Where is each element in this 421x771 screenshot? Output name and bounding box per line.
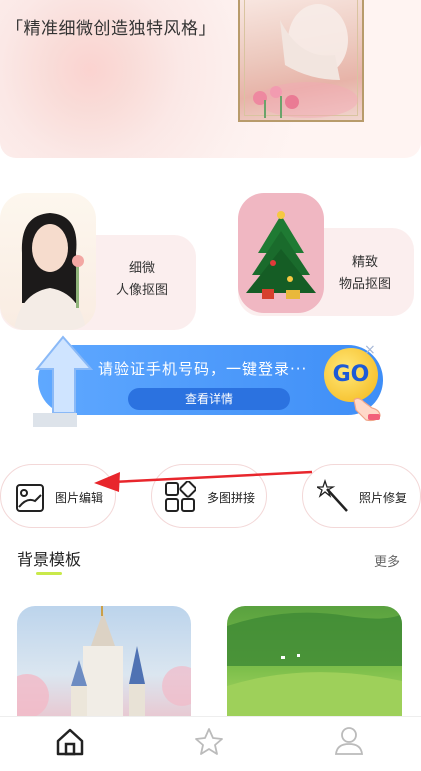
castle-image — [17, 606, 191, 721]
user-icon[interactable] — [333, 725, 365, 757]
portrait-icon — [14, 213, 86, 330]
ad-details-button[interactable]: 查看详情 — [128, 388, 290, 410]
section-underline — [36, 572, 62, 575]
portrait-thumbnail — [0, 193, 96, 330]
bottom-nav — [0, 716, 421, 771]
top-banner[interactable]: 「精准细微创造独特风格」 — [0, 0, 421, 158]
image-edit-icon — [16, 484, 44, 512]
christmas-tree-icon — [246, 211, 316, 299]
photo-repair-label: 照片修复 — [359, 491, 408, 505]
arrow-up-icon — [34, 335, 94, 414]
ad-close-icon[interactable]: × — [364, 343, 378, 357]
magic-wand-icon — [317, 479, 348, 512]
grassland-image — [227, 612, 402, 721]
template-card-grassland[interactable] — [227, 606, 402, 721]
template-card-castle[interactable] — [17, 606, 191, 721]
ad-tag — [33, 413, 77, 427]
banner-title: 「精准细微创造独特风格」 — [6, 19, 216, 39]
object-cutout-title: 精致 — [351, 255, 378, 270]
more-link[interactable]: 更多 — [374, 551, 400, 570]
section-title: 背景模板 — [17, 550, 82, 569]
annotation-arrow — [94, 470, 313, 492]
woman-illustration — [253, 4, 358, 118]
pointing-hand-icon — [353, 397, 381, 422]
portrait-cutout-title: 细微 — [128, 261, 155, 276]
portrait-cutout-subtitle: 人像抠图 — [115, 283, 168, 298]
object-thumbnail — [238, 193, 324, 313]
ad-text: 请验证手机号码，一键登录··· — [98, 360, 308, 378]
object-cutout-subtitle: 物品抠图 — [338, 277, 391, 292]
star-icon[interactable] — [194, 727, 224, 757]
banner-photo — [238, 0, 364, 122]
home-icon[interactable] — [55, 727, 85, 757]
